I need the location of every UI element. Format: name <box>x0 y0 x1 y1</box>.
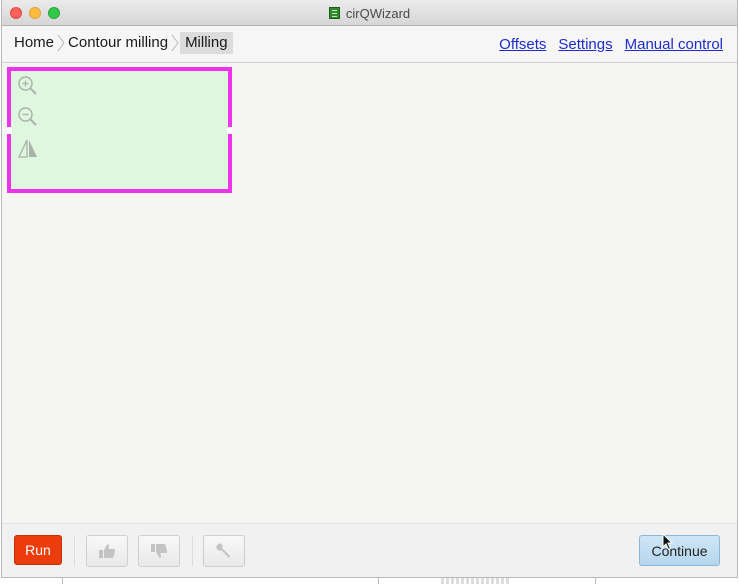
app-icon <box>328 7 340 19</box>
breadcrumb-home[interactable]: Home <box>12 32 56 54</box>
background-window-strip <box>0 578 739 584</box>
thumbs-down-button[interactable] <box>138 535 180 567</box>
nav-links: Offsets Settings Manual control <box>499 36 723 53</box>
breadcrumb-separator-icon <box>57 34 65 52</box>
thumbs-up-button[interactable] <box>86 535 128 567</box>
navigation-bar: Home Contour milling Milling Offsets Set… <box>2 26 737 63</box>
background-text-fragment <box>441 578 511 584</box>
toolbar-divider <box>192 536 193 566</box>
title-bar[interactable]: cirQWizard <box>2 0 737 26</box>
preview-resize-handle-left[interactable] <box>7 127 12 134</box>
app-window: cirQWizard Home Contour milling Milling … <box>1 0 738 578</box>
breadcrumb-milling[interactable]: Milling <box>180 32 233 54</box>
background-divider <box>595 578 596 584</box>
wrench-button[interactable] <box>203 535 245 567</box>
breadcrumb-contour-milling[interactable]: Contour milling <box>66 32 170 54</box>
background-divider <box>378 578 379 584</box>
zoom-out-icon[interactable] <box>16 105 40 129</box>
thumbs-up-icon <box>99 544 116 558</box>
wrench-icon <box>216 543 230 558</box>
board-preview[interactable] <box>7 67 232 193</box>
thumbs-down-icon <box>151 544 168 558</box>
bottom-toolbar: Run Continue <box>2 523 737 577</box>
toolbar-divider <box>74 536 75 566</box>
flip-horizontal-icon[interactable] <box>16 137 40 161</box>
milling-canvas[interactable] <box>2 63 737 523</box>
breadcrumb-separator-icon <box>171 34 179 52</box>
breadcrumb: Home Contour milling Milling <box>12 32 233 54</box>
continue-button[interactable]: Continue <box>639 535 720 566</box>
offsets-link[interactable]: Offsets <box>499 36 546 53</box>
mouse-cursor-icon <box>662 533 674 551</box>
window-title-group: cirQWizard <box>2 0 737 26</box>
preview-resize-handle-right[interactable] <box>227 127 232 134</box>
manual-control-link[interactable]: Manual control <box>625 36 723 53</box>
background-divider <box>62 578 63 584</box>
settings-link[interactable]: Settings <box>558 36 612 53</box>
zoom-in-icon[interactable] <box>16 74 40 98</box>
run-button[interactable]: Run <box>14 535 62 565</box>
window-title: cirQWizard <box>345 5 411 21</box>
